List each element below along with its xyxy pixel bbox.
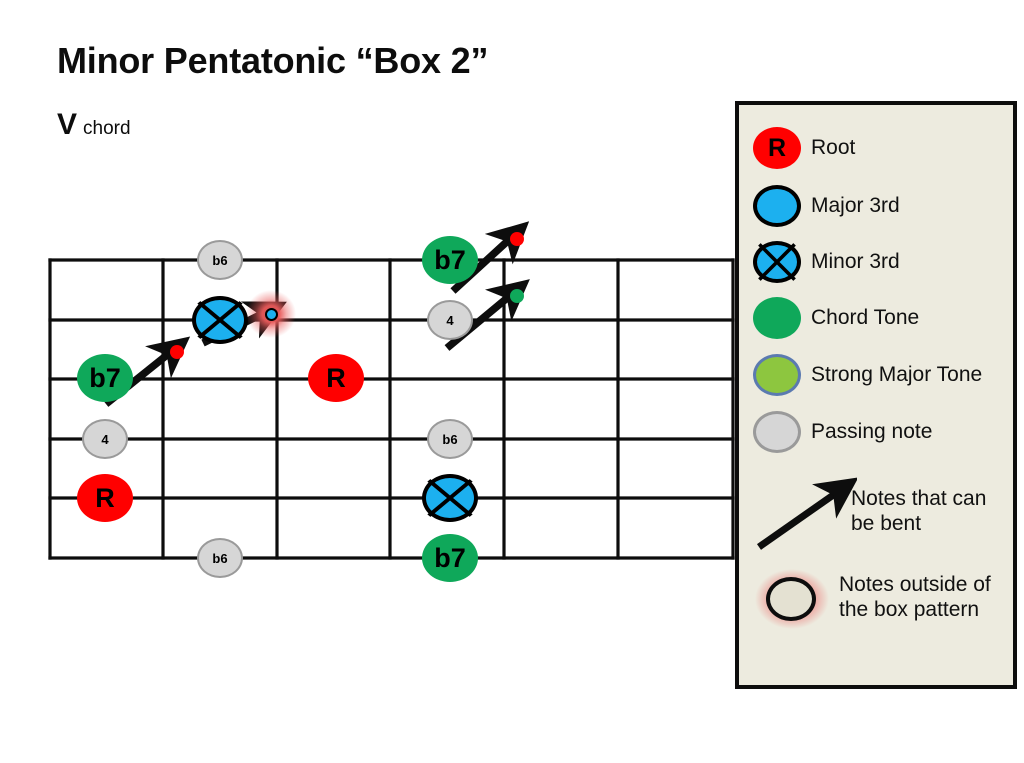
fret-note-label: 4 (446, 312, 454, 328)
fret-note-root-R-4: R (77, 474, 133, 522)
legend-row-major-3rd: Major 3rd (753, 185, 900, 227)
legend-row-strong-major-tone: Strong Major Tone (753, 354, 982, 396)
legend-row-outside-box: Notes outside of the box pattern (753, 567, 1015, 629)
legend-label-major-3rd: Major 3rd (811, 193, 900, 217)
legend-swatch-strong-major-tone (753, 354, 801, 396)
legend-label-outside-box: Notes outside of the box pattern (839, 573, 991, 621)
legend-label-passing-note: Passing note (811, 419, 933, 443)
bend-target-dot-2 (264, 307, 278, 321)
legend-label-bent-notes: Notes that can be bent (851, 487, 987, 535)
fret-note-label: b7 (434, 542, 466, 573)
minor-third-x-icon (427, 479, 473, 517)
legend-panel: R Root Major 3rd Minor 3rd Chord Tone Strong … (735, 101, 1017, 689)
minor-third-x-icon (758, 243, 796, 281)
legend-swatch-passing-note (753, 411, 801, 453)
bend-target-dot-3 (510, 232, 524, 246)
fret-note-label: b6 (212, 550, 228, 566)
fret-note-passing-note-b6-0: b6 (197, 240, 243, 280)
fret-note-chord-tone-b7-2: b7 (77, 354, 133, 402)
fret-note-label: 4 (101, 431, 109, 447)
legend-row-passing-note: Passing note (753, 411, 932, 453)
fret-note-root-R-6: R (308, 354, 364, 402)
fret-note-label: b7 (434, 244, 466, 275)
legend-label-chord-tone: Chord Tone (811, 305, 920, 329)
legend-label-minor-3rd: Minor 3rd (811, 249, 900, 273)
bend-target-dot-4 (510, 289, 524, 303)
fret-note-label: b7 (89, 362, 121, 393)
minor-third-x-icon (197, 301, 243, 339)
legend-swatch-root: R (753, 127, 801, 169)
legend-swatch-chord-tone (753, 297, 801, 339)
legend-row-bent-notes: Notes that can be bent (753, 487, 1008, 537)
fretboard-diagram: b6 b7 4 Rb6 Rb7 4 b6 b7 (0, 0, 760, 600)
legend-swatch-major-3rd (753, 185, 801, 227)
fret-note-passing-note-b6-5: b6 (197, 538, 243, 578)
fret-note-label: b6 (442, 431, 458, 447)
fret-note-passing-note-4-8: 4 (427, 300, 473, 340)
legend-row-root: R Root (753, 127, 855, 169)
legend-row-minor-3rd: Minor 3rd (753, 241, 900, 283)
fret-note-label: b6 (212, 252, 228, 268)
fret-note-chord-tone-b7-11: b7 (422, 534, 478, 582)
bend-target-dot-1 (170, 345, 184, 359)
fret-note-passing-note-4-3: 4 (82, 419, 128, 459)
fret-note-label: R (95, 482, 115, 513)
fret-note-label: R (326, 362, 346, 393)
legend-swatch-glyph: R (767, 133, 787, 162)
legend-row-chord-tone: Chord Tone (753, 297, 919, 339)
legend-label-strong-major-tone: Strong Major Tone (811, 362, 983, 386)
legend-swatch-outside-box (766, 577, 816, 621)
fret-note-chord-tone-b7-7: b7 (422, 236, 478, 284)
slide-canvas: Minor Pentatonic “Box 2” Vchord b6 b7 4 Rb6… (0, 0, 1024, 763)
fret-note-passing-note-b6-9: b6 (427, 419, 473, 459)
fret-note-minor-3rd-10 (422, 474, 478, 522)
fret-note-minor-3rd-1 (192, 296, 248, 344)
legend-swatch-minor-3rd (753, 241, 801, 283)
legend-label-root: Root (811, 135, 856, 159)
